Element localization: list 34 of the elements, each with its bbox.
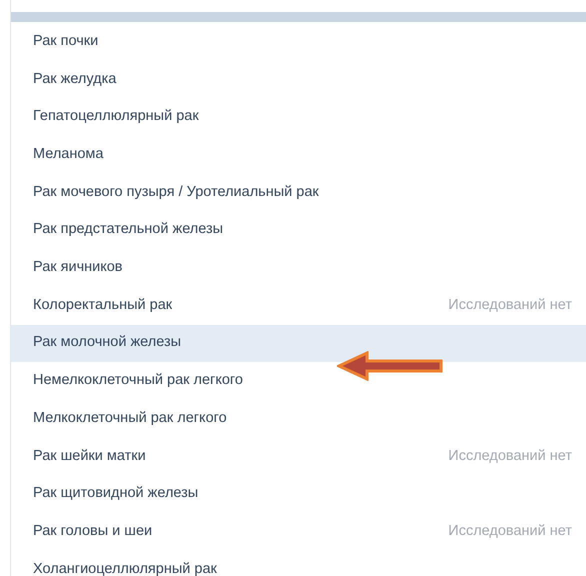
list-item[interactable]: Колоректальный рак Исследований нет	[11, 286, 586, 324]
list-item[interactable]: Рак почки	[11, 23, 586, 61]
item-label: Рак шейки матки	[33, 446, 146, 466]
item-label: Колоректальный рак	[33, 296, 172, 315]
status-note: Исследований нет	[448, 296, 572, 315]
item-label: Рак почки	[33, 32, 98, 51]
list-item[interactable]: Меланома	[11, 136, 586, 174]
item-label: Рак молочной железы	[33, 333, 182, 352]
list-item[interactable]: Рак шейки матки Исследований нет	[11, 438, 586, 476]
list-item[interactable]: Рак мочевого пузыря / Уротелиальный рак	[11, 174, 586, 212]
item-label: Рак мочевого пузыря / Уротелиальный рак	[33, 182, 319, 202]
status-note: Исследований нет	[448, 522, 572, 541]
item-label: Немелкоклеточный рак легкого	[33, 371, 243, 390]
arrow-icon	[337, 351, 443, 381]
item-label: Рак щитовидной железы	[33, 484, 198, 504]
list-item[interactable]: Рак яичников	[11, 249, 586, 287]
list-item[interactable]: Рак желудка	[11, 60, 586, 98]
list-item[interactable]: Немелкоклеточный рак легкого	[11, 362, 586, 400]
item-label: Гепатоцеллюлярный рак	[33, 107, 199, 126]
list-item[interactable]: Рак предстательной железы	[11, 211, 586, 250]
list-item[interactable]: Гепатоцеллюлярный рак	[11, 98, 586, 136]
item-label: Мелкоклеточный рак легкого	[33, 408, 227, 428]
item-label: Холангиоцеллюлярный рак	[33, 560, 217, 576]
list-item[interactable]: Рак щитовидной железы	[11, 475, 586, 513]
item-label: Рак головы и шеи	[33, 522, 152, 541]
item-label: Рак яичников	[33, 258, 123, 278]
item-label: Рак желудка	[33, 70, 116, 89]
item-label: Рак предстательной железы	[33, 220, 224, 240]
list-item[interactable]: Рак молочной железы	[11, 324, 586, 362]
list-item[interactable]: Рак головы и шеи Исследований нет	[11, 512, 586, 551]
list-item[interactable]: Холангиоцеллюлярный рак	[11, 550, 586, 576]
status-note: Исследований нет	[448, 446, 572, 466]
list-item[interactable]: Мелкоклеточный рак легкого	[11, 400, 586, 438]
item-label: Меланома	[33, 145, 104, 164]
